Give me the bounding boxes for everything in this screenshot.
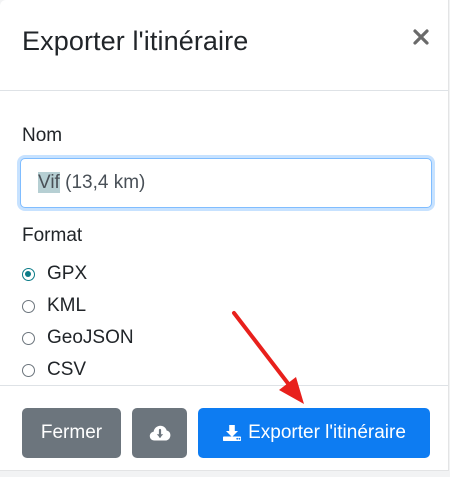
format-option-gpx[interactable]: GPX bbox=[22, 261, 87, 287]
format-option-label: GeoJSON bbox=[47, 327, 134, 348]
format-option-kml[interactable]: KML bbox=[22, 293, 86, 319]
format-option-geojson[interactable]: GeoJSON bbox=[22, 325, 134, 351]
name-input[interactable]: Vif (13,4 km) bbox=[20, 158, 432, 208]
dialog-title: Exporter l'itinéraire bbox=[22, 26, 249, 56]
radio-button[interactable] bbox=[22, 299, 35, 313]
radio-button[interactable] bbox=[22, 363, 35, 377]
name-input-text: (13,4 km) bbox=[59, 172, 146, 193]
format-option-label: KML bbox=[47, 295, 87, 316]
close-button[interactable]: Fermer bbox=[22, 408, 121, 458]
export-route-button[interactable]: Exporter l'itinéraire bbox=[198, 408, 430, 458]
dialog-header: Exporter l'itinéraire bbox=[0, 0, 448, 91]
name-input-selected-text: Vif bbox=[38, 172, 60, 193]
cloud-download-icon bbox=[149, 424, 171, 442]
radio-button-checked[interactable] bbox=[22, 267, 35, 281]
download-button[interactable] bbox=[132, 408, 187, 458]
format-option-csv[interactable]: CSV bbox=[22, 357, 86, 383]
format-label: Format bbox=[22, 225, 83, 246]
format-option-label: CSV bbox=[47, 359, 87, 380]
download-icon bbox=[222, 424, 242, 442]
format-option-label: GPX bbox=[47, 263, 88, 284]
name-label: Nom bbox=[22, 125, 63, 146]
close-icon[interactable] bbox=[410, 26, 432, 48]
radio-button[interactable] bbox=[22, 331, 35, 345]
dialog-footer: Fermer Exporter l'itinéraire bbox=[0, 385, 448, 470]
export-route-label: Exporter l'itinéraire bbox=[248, 422, 406, 443]
dialog-body: Nom Vif (13,4 km) Format GPX KML GeoJSON… bbox=[0, 91, 448, 385]
export-route-dialog: Exporter l'itinéraire Nom Vif (13,4 km) … bbox=[0, 0, 449, 471]
